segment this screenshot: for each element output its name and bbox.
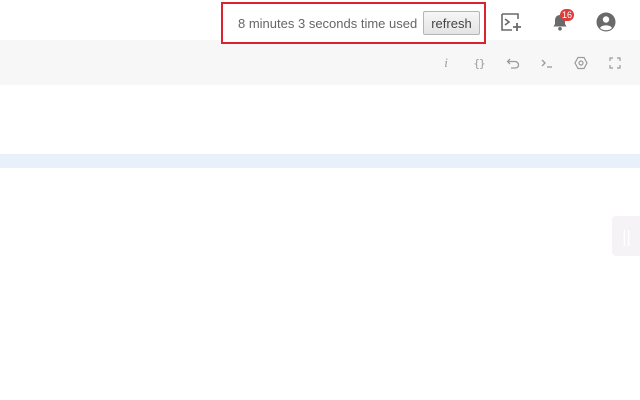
notification-count-badge: 16 (560, 9, 575, 21)
bell-icon[interactable]: 16 (548, 9, 575, 34)
time-used-panel: 8 minutes 3 seconds time used refresh (221, 2, 486, 44)
info-icon[interactable]: i (437, 54, 455, 72)
side-panel-tab[interactable]: || (612, 216, 640, 256)
time-used-text: 8 minutes 3 seconds time used (238, 15, 418, 31)
terminal-add-icon[interactable] (500, 10, 524, 34)
undo-icon[interactable] (504, 54, 522, 72)
user-account-icon[interactable] (594, 10, 618, 34)
content-divider-band (0, 154, 640, 168)
side-panel-tab-icon: || (621, 226, 632, 246)
settings-icon[interactable] (572, 54, 590, 72)
refresh-button[interactable]: refresh (423, 11, 480, 35)
braces-icon[interactable]: {} (470, 54, 488, 72)
editor-toolbar: i {} (0, 40, 640, 85)
fullscreen-icon[interactable] (606, 54, 624, 72)
terminal-icon[interactable] (538, 54, 556, 72)
